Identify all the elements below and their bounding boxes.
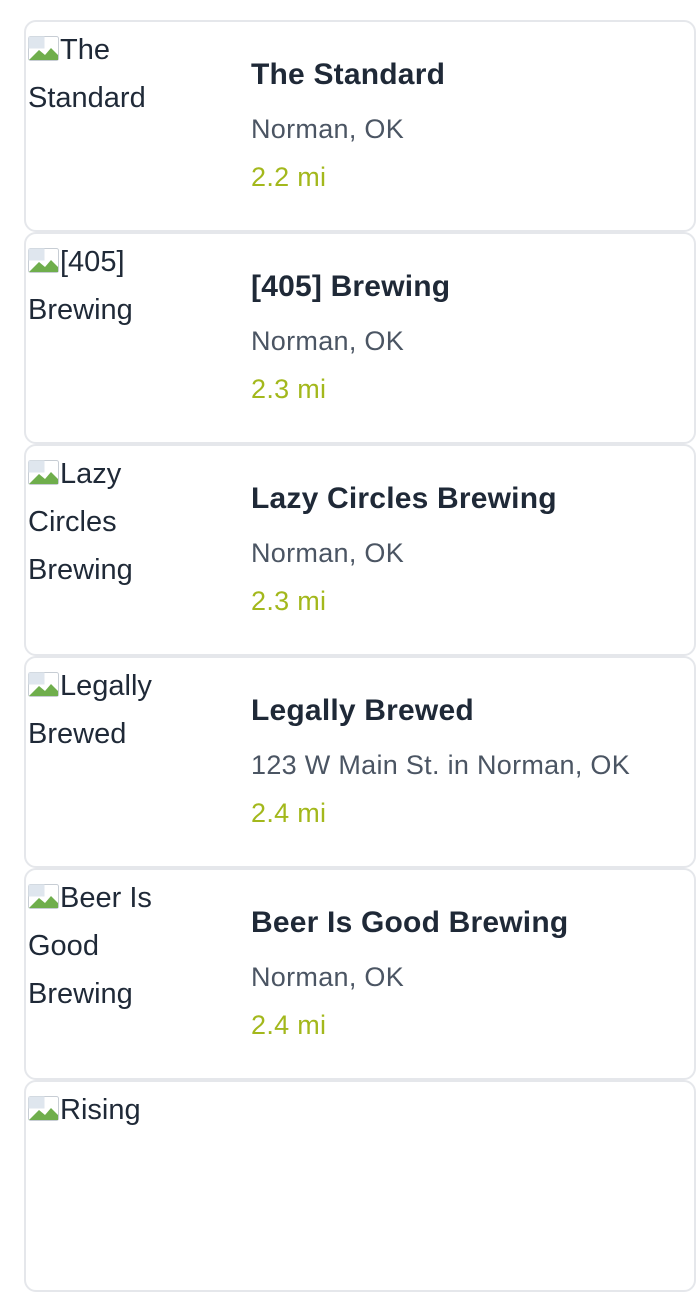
brewery-thumbnail: Beer Is Good Brewing bbox=[26, 870, 226, 1078]
brewery-thumbnail: Rising bbox=[26, 1082, 226, 1290]
brewery-card[interactable]: [405] Brewing [405] Brewing Norman, OK 2… bbox=[24, 232, 696, 444]
broken-image-icon bbox=[28, 884, 59, 909]
brewery-card[interactable]: Beer Is Good Brewing Beer Is Good Brewin… bbox=[24, 868, 696, 1080]
brewery-location: Norman, OK bbox=[251, 962, 405, 992]
brewery-image-alt: Beer Is Good Brewing bbox=[28, 882, 152, 1010]
brewery-name: The Standard bbox=[251, 58, 446, 91]
brewery-location: 123 W Main St. in Norman, OK bbox=[251, 750, 631, 780]
brewery-thumbnail: Lazy Circles Brewing bbox=[26, 446, 226, 654]
brewery-name: Legally Brewed bbox=[251, 694, 474, 727]
brewery-image-alt: [405] Brewing bbox=[28, 246, 133, 326]
brewery-image-alt: The Standard bbox=[28, 34, 146, 114]
brewery-image-alt: Legally Brewed bbox=[28, 670, 152, 750]
broken-image-icon bbox=[28, 36, 59, 61]
brewery-image-alt: Rising bbox=[26, 1082, 178, 1134]
brewery-distance: 2.4 mi bbox=[251, 1010, 327, 1040]
brewery-location: Norman, OK bbox=[251, 114, 405, 144]
brewery-card[interactable]: Lazy Circles Brewing Lazy Circles Brewin… bbox=[24, 444, 696, 656]
brewery-location: Norman, OK bbox=[251, 326, 405, 356]
broken-image-icon bbox=[28, 248, 59, 273]
broken-image-icon bbox=[28, 1096, 59, 1121]
brewery-name: Beer Is Good Brewing bbox=[251, 906, 569, 939]
brewery-thumbnail: The Standard bbox=[26, 22, 226, 230]
broken-image-icon bbox=[28, 672, 59, 697]
brewery-thumbnail: Legally Brewed bbox=[26, 658, 226, 866]
brewery-card[interactable]: Legally Brewed Legally Brewed 123 W Main… bbox=[24, 656, 696, 868]
brewery-name: Lazy Circles Brewing bbox=[251, 482, 557, 515]
brewery-distance: 2.4 mi bbox=[251, 798, 327, 828]
brewery-distance: 2.3 mi bbox=[251, 586, 327, 616]
brewery-name: [405] Brewing bbox=[251, 270, 451, 303]
broken-image-icon bbox=[28, 460, 59, 485]
brewery-distance: 2.3 mi bbox=[251, 374, 327, 404]
brewery-location: Norman, OK bbox=[251, 538, 405, 568]
brewery-thumbnail: [405] Brewing bbox=[26, 234, 226, 442]
brewery-card[interactable]: Rising bbox=[24, 1080, 696, 1292]
brewery-image-alt: Lazy Circles Brewing bbox=[28, 458, 133, 586]
brewery-distance: 2.2 mi bbox=[251, 162, 327, 192]
brewery-card[interactable]: The Standard The Standard Norman, OK 2.2… bbox=[24, 20, 696, 232]
